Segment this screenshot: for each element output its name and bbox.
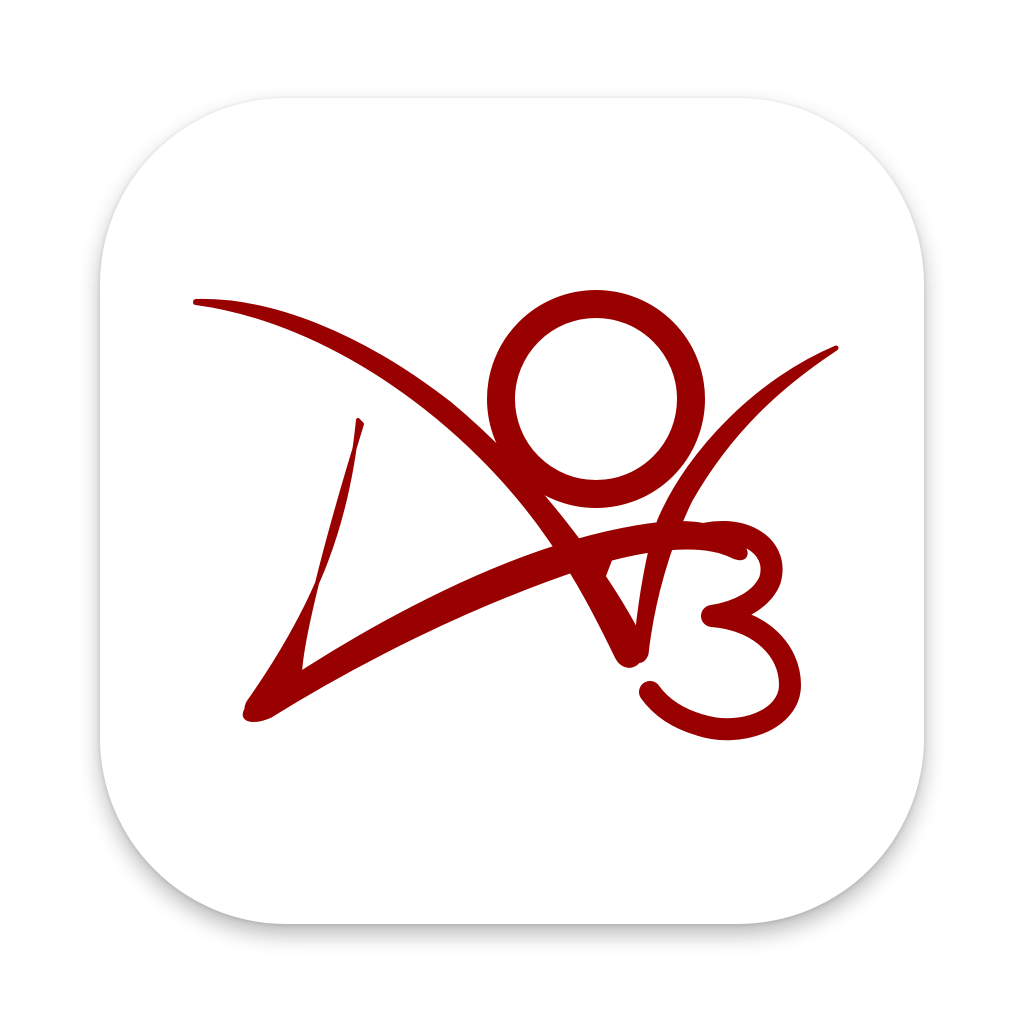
ao3-logo-icon xyxy=(193,290,839,741)
o-ring xyxy=(487,290,705,508)
three-glyph xyxy=(639,521,801,741)
icon-canvas xyxy=(0,0,1024,1024)
